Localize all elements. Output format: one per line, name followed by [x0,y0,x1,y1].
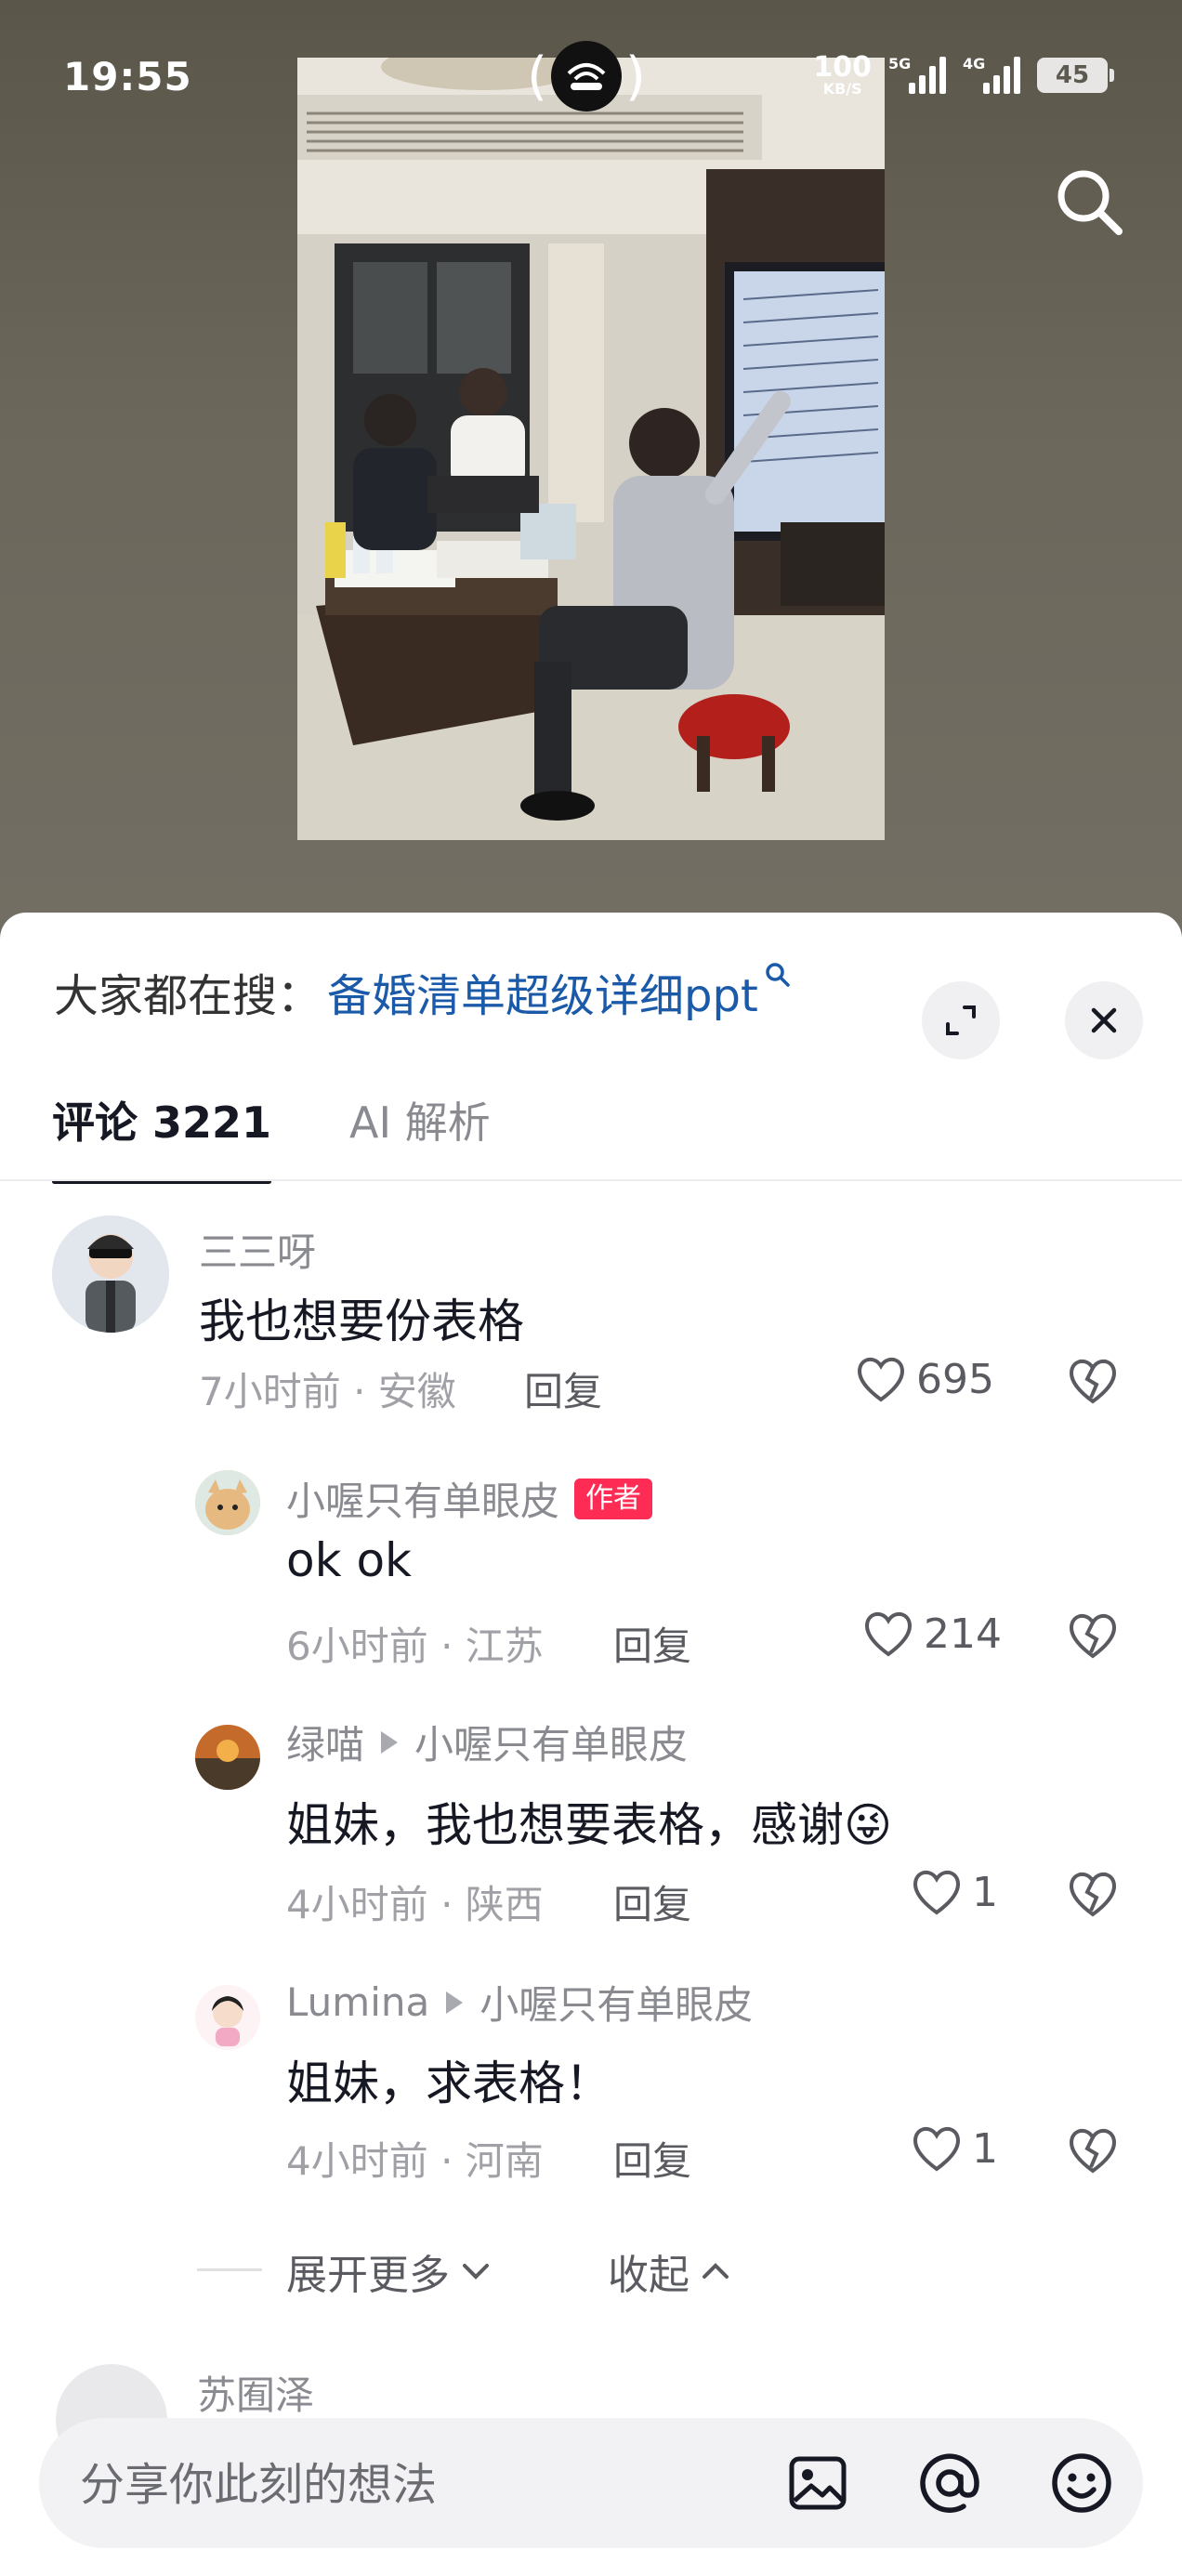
like-button[interactable]: 695 [855,1355,994,1403]
expand-more-button[interactable]: 展开更多 [286,2241,492,2301]
expand-more-label: 展开更多 [286,2252,450,2299]
battery-icon: 45 [1037,58,1114,93]
comment-time-location: 7小时前 · 安徽 [199,1369,456,1414]
broken-heart-icon [1070,1359,1116,1404]
heart-icon [913,1870,960,1915]
avatar[interactable] [195,1985,260,2050]
author-badge: 作者 [574,1478,653,1519]
collapse-button[interactable]: 收起 [608,2241,732,2301]
network-speed: 100 KB/S [813,54,872,97]
dislike-button[interactable] [1067,1870,1119,1922]
dislike-button[interactable] [1067,1611,1119,1663]
expand-button[interactable] [922,981,1000,1059]
status-time: 19:55 [63,54,192,99]
reply-button[interactable]: 回复 [524,1360,602,1417]
like-button[interactable]: 1 [911,2124,998,2173]
signal-5g-icon: 5G [888,55,946,94]
signal-4g-label: 4G [963,55,986,72]
reply-author[interactable]: Lumina 小喔只有单眼皮 [286,1974,753,2031]
image-icon[interactable] [782,2448,853,2518]
broken-heart-icon [1070,2128,1116,2174]
comment-author[interactable]: 苏囿泽 [197,2364,314,2421]
tab-comments[interactable]: 评论 3221 [52,1089,272,1184]
reply-arrow-icon [446,1991,464,2014]
video-area[interactable]: 19:55 100 KB/S 5G 4G 45 () [0,0,1182,929]
signal-4g-icon: 4G [963,55,1020,94]
heart-icon [865,1611,912,1657]
at-icon[interactable] [914,2448,985,2518]
search-suggestion[interactable]: 大家都在搜： 备婚清单超级详细ppt [54,959,792,1024]
reply-text-row: 姐妹，我也想要表格，感谢😜 [286,1788,892,1855]
reply-to-name[interactable]: 小喔只有单眼皮 [479,1974,753,2031]
avatar[interactable] [195,1725,260,1790]
expand-icon [946,1005,976,1035]
close-icon [1091,1007,1117,1033]
reply-text: ok ok [286,1533,412,1587]
chevron-up-icon [703,2263,729,2279]
reply-button[interactable]: 回复 [613,1615,691,1672]
avatar[interactable] [52,1216,169,1333]
reply-author-name[interactable]: 绿喵 [286,1714,364,1770]
like-count: 695 [916,1355,994,1403]
like-count: 1 [972,1868,998,1916]
net-speed-value: 100 [813,51,872,84]
reply-author-name[interactable]: Lumina [286,1979,429,2025]
status-icons: 100 KB/S 5G 4G 45 [813,54,1114,97]
video-frame[interactable] [297,58,885,840]
reply-time-location: 4小时前 · 河南 [286,2138,544,2184]
heart-icon [858,1357,904,1402]
avatar[interactable] [195,1470,260,1535]
reply-arrow-icon [381,1730,399,1754]
like-button[interactable]: 1 [911,1868,998,1916]
like-count: 214 [924,1610,1002,1658]
live-icon [551,41,622,112]
reply-author[interactable]: 绿喵 小喔只有单眼皮 [286,1714,688,1770]
like-count: 1 [972,2124,998,2173]
comment-author[interactable]: 三三呀 [199,1221,316,1278]
dislike-button[interactable] [1067,2126,1119,2178]
like-button[interactable]: 214 [862,1610,1002,1658]
live-audio-indicator: ( ) [526,39,647,113]
room-scene-image [297,58,885,840]
comment-tabs: 评论 3221 AI 解析 [52,1089,491,1184]
thread-divider [197,2268,262,2271]
search-icon[interactable] [1050,163,1130,243]
wink-emoji-icon: 😜 [844,1798,893,1852]
reply-button[interactable]: 回复 [613,1873,691,1930]
dislike-button[interactable] [1067,1357,1119,1409]
search-suggestion-keyword[interactable]: 备婚清单超级详细ppt [327,959,758,1024]
chevron-down-icon [463,2264,489,2280]
reply-author[interactable]: 小喔只有单眼皮 作者 [286,1470,653,1527]
search-suggestion-prefix: 大家都在搜： [54,970,322,1022]
signal-5g-label: 5G [888,55,912,72]
reply-text: 姐妹，求表格！ [286,2057,611,2110]
small-search-icon [764,961,792,996]
tab-ai-analysis[interactable]: AI 解析 [349,1089,491,1184]
collapse-label: 收起 [608,2252,690,2299]
reply-time-location: 6小时前 · 江苏 [286,1623,544,1669]
reply-author-name[interactable]: 小喔只有单眼皮 [286,1470,559,1527]
close-button[interactable] [1065,981,1143,1059]
comment-input-bar [39,2418,1143,2548]
comments-sheet: 大家都在搜： 备婚清单超级详细ppt 评论 3221 AI 解析 三三呀 我也想… [0,913,1182,2576]
reply-to-name[interactable]: 小喔只有单眼皮 [414,1714,688,1770]
heart-icon [913,2126,960,2172]
broken-heart-icon [1070,1872,1116,1917]
reply-button[interactable]: 回复 [613,2130,691,2187]
comment-input[interactable] [80,2459,730,2511]
reply-time-location: 4小时前 · 陕西 [286,1882,544,1927]
emoji-icon[interactable] [1046,2448,1117,2518]
broken-heart-icon [1070,1613,1116,1659]
reply-text: 姐妹，我也想要表格，感谢 [286,1798,844,1852]
net-speed-unit: KB/S [822,80,862,98]
tab-divider [0,1179,1182,1181]
comment-text: 我也想要份表格 [199,1295,524,1348]
